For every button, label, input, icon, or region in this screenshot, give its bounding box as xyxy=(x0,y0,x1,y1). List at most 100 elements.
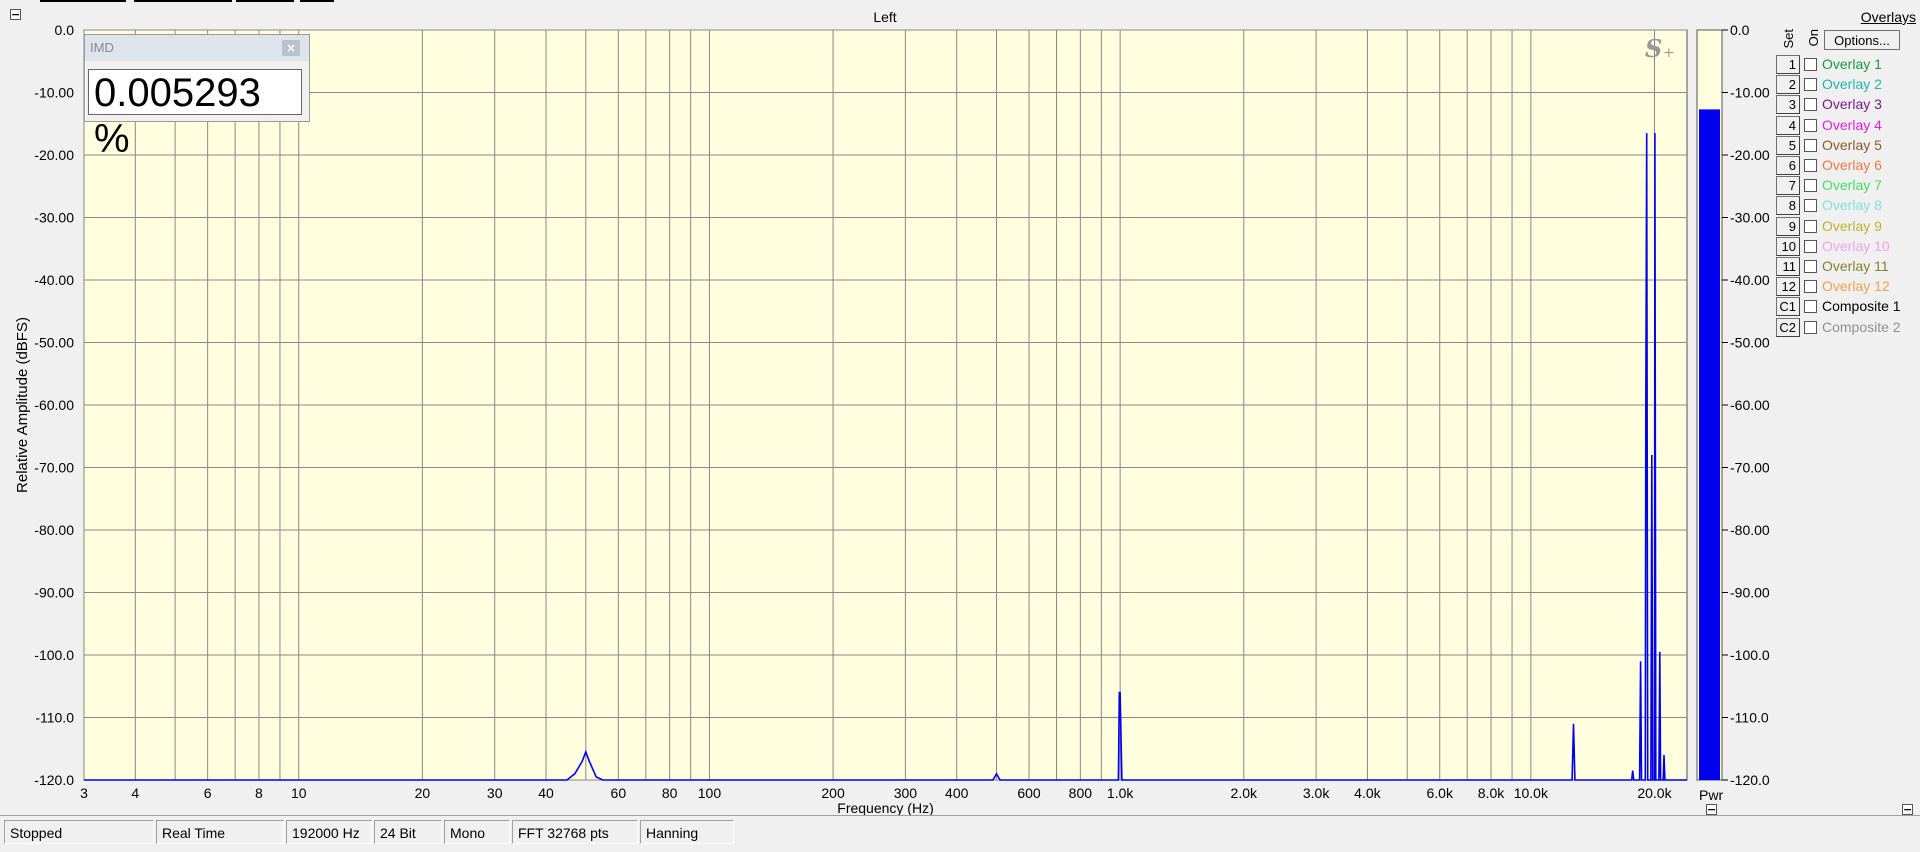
overlay-set-button[interactable]: 2 xyxy=(1776,75,1800,95)
overlay-set-button[interactable]: 11 xyxy=(1776,257,1800,276)
toolbar-tab[interactable] xyxy=(300,0,334,2)
overlay-name: Overlay 4 xyxy=(1822,116,1882,133)
toolbar-tab[interactable] xyxy=(134,0,232,2)
overlay-checkbox[interactable] xyxy=(1804,138,1817,152)
overlay-collapse-button[interactable]: − xyxy=(1902,804,1913,815)
meter-collapse-button[interactable]: − xyxy=(1706,804,1717,815)
x-tick-label: 400 xyxy=(945,785,969,801)
meter-tick-label: -20.00 xyxy=(1730,147,1770,163)
overlay-checkbox[interactable] xyxy=(1804,98,1817,112)
imd-header[interactable]: IMD × xyxy=(85,35,309,61)
imd-readout[interactable]: IMD × 0.005293 % xyxy=(84,34,310,161)
y-tick-label: -60.00 xyxy=(34,397,74,413)
overlay-set-button[interactable]: C2 xyxy=(1776,317,1800,337)
x-tick-label: 30 xyxy=(487,785,503,801)
meter-tick-label: -40.00 xyxy=(1730,272,1770,288)
logo-mark: + xyxy=(1663,45,1675,61)
x-tick-label: 100 xyxy=(698,785,722,801)
y-tick-label: -20.00 xyxy=(34,147,74,163)
meter-tick-label: -30.00 xyxy=(1730,210,1770,226)
y-tick-label: -100.0 xyxy=(34,647,74,663)
overlay-checkbox[interactable] xyxy=(1804,78,1817,92)
overlay-name: Overlay 3 xyxy=(1822,96,1882,113)
overlay-name: Composite 1 xyxy=(1822,298,1901,315)
overlay-set-button[interactable]: C1 xyxy=(1776,297,1800,317)
x-tick-label: 200 xyxy=(821,785,845,801)
x-tick-label: 600 xyxy=(1017,785,1041,801)
overlay-checkbox[interactable] xyxy=(1804,179,1817,193)
status-window: Hanning xyxy=(640,820,734,844)
overlay-checkbox[interactable] xyxy=(1804,219,1817,233)
overlay-checkbox[interactable] xyxy=(1804,239,1817,253)
overlay-set-button[interactable]: 9 xyxy=(1776,216,1800,236)
overlay-name: Composite 2 xyxy=(1822,318,1901,335)
overlay-name: Overlay 1 xyxy=(1822,56,1882,72)
overlay-name: Overlay 5 xyxy=(1822,136,1882,153)
x-tick-label: 20 xyxy=(415,785,431,801)
x-axis-label: Frequency (Hz) xyxy=(837,800,933,815)
overlay-name: Overlay 10 xyxy=(1822,237,1890,254)
x-tick-label: 8 xyxy=(255,785,263,801)
status-sample-rate: 192000 Hz xyxy=(286,820,372,844)
overlay-name: Overlay 12 xyxy=(1822,278,1890,295)
y-tick-label: -10.00 xyxy=(34,85,74,101)
status-state: Stopped xyxy=(4,820,154,844)
overlay-name: Overlay 8 xyxy=(1822,197,1882,214)
x-tick-label: 3.0k xyxy=(1303,785,1330,801)
overlays-title[interactable]: Overlays xyxy=(1778,9,1916,25)
y-tick-label: -70.00 xyxy=(34,460,74,476)
meter-tick-label: -100.0 xyxy=(1730,647,1770,663)
overlay-name: Overlay 11 xyxy=(1822,258,1889,274)
imd-value: 0.005293 % xyxy=(88,69,302,161)
y-tick-label: 0.0 xyxy=(55,22,75,38)
overlay-set-button[interactable]: 1 xyxy=(1776,55,1800,74)
close-icon[interactable]: × xyxy=(282,40,300,56)
meter-tick-label: 0.0 xyxy=(1730,22,1750,38)
overlay-checkbox[interactable] xyxy=(1804,260,1817,273)
meter-tick-label: -80.00 xyxy=(1730,522,1770,538)
x-tick-label: 6.0k xyxy=(1426,785,1453,801)
overlay-checkbox[interactable] xyxy=(1804,118,1817,132)
x-tick-label: 80 xyxy=(662,785,678,801)
meter-tick-label: -10.00 xyxy=(1730,85,1770,101)
x-tick-label: 4.0k xyxy=(1354,785,1381,801)
x-tick-label: 1.0k xyxy=(1107,785,1134,801)
x-tick-label: 6 xyxy=(204,785,212,801)
overlay-set-button[interactable]: 10 xyxy=(1776,236,1800,256)
meter-tick-label: -60.00 xyxy=(1730,397,1770,413)
x-tick-label: 40 xyxy=(538,785,554,801)
overlay-checkbox[interactable] xyxy=(1804,159,1817,172)
options-button[interactable]: Options... xyxy=(1824,30,1900,50)
imd-label: IMD xyxy=(90,40,114,55)
overlay-name: Overlay 9 xyxy=(1822,217,1882,234)
meter-label: Pwr xyxy=(1699,787,1724,803)
y-tick-label: -90.00 xyxy=(34,585,74,601)
y-tick-label: -110.0 xyxy=(35,710,74,726)
x-tick-label: 4 xyxy=(131,785,139,801)
spectrum-chart[interactable]: 0.0 -10.00 -20.00 -30.00 -40.00 -50.00 -60.00 -… xyxy=(0,3,1920,815)
x-tick-label: 20.0k xyxy=(1637,785,1672,801)
y-tick-label: -80.00 xyxy=(34,522,74,538)
overlay-set-button[interactable]: 8 xyxy=(1776,196,1800,216)
y-axis-label: Relative Amplitude (dBFS) xyxy=(14,317,31,493)
overlay-name: Overlay 7 xyxy=(1822,177,1882,194)
overlay-set-button[interactable]: 12 xyxy=(1776,277,1800,297)
x-tick-label: 10.0k xyxy=(1514,785,1549,801)
toolbar-tab[interactable] xyxy=(236,0,294,2)
x-tick-label: 3 xyxy=(80,785,88,801)
overlay-checkbox[interactable] xyxy=(1804,280,1817,294)
overlay-checkbox[interactable] xyxy=(1804,300,1817,314)
overlay-set-button[interactable]: 5 xyxy=(1776,135,1800,155)
overlay-checkbox[interactable] xyxy=(1804,58,1817,71)
toolbar-tab[interactable] xyxy=(40,0,126,2)
y-tick-label: -30.00 xyxy=(34,210,74,226)
overlay-set-button[interactable]: 3 xyxy=(1776,95,1800,115)
x-tick-label: 8.0k xyxy=(1478,785,1505,801)
overlay-checkbox[interactable] xyxy=(1804,320,1817,334)
overlay-set-button[interactable]: 6 xyxy=(1776,156,1800,175)
overlay-checkbox[interactable] xyxy=(1804,199,1817,213)
meter-tick-label: -50.00 xyxy=(1730,335,1770,351)
overlay-set-button[interactable]: 4 xyxy=(1776,115,1800,135)
overlay-set-button[interactable]: 7 xyxy=(1776,176,1800,196)
logo-mark: S xyxy=(1645,34,1662,63)
